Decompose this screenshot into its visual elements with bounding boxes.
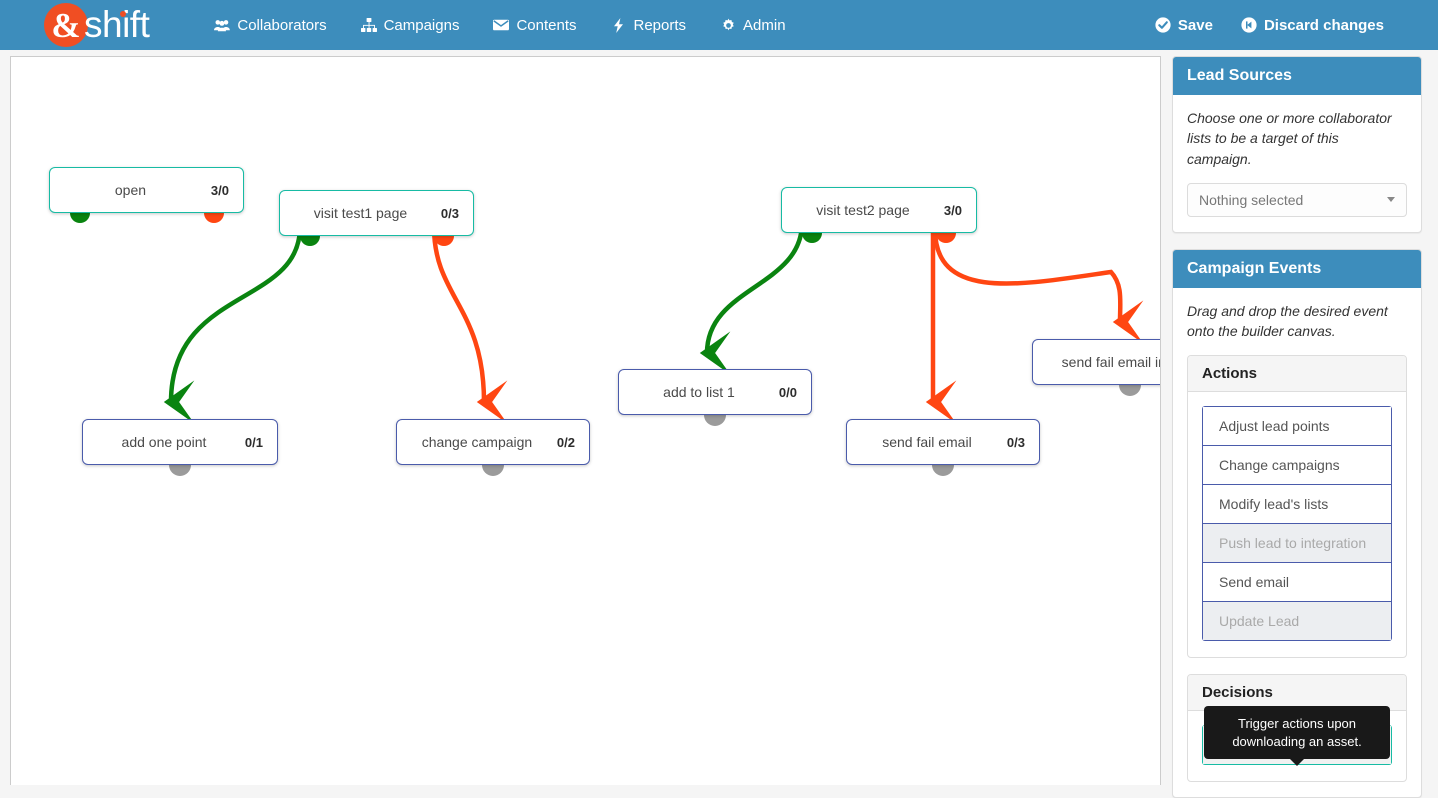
nav-item-reports[interactable]: Reports <box>594 0 704 50</box>
node-badge: 0/0 <box>778 384 797 400</box>
nav-item-collaborators[interactable]: Collaborators <box>197 0 343 50</box>
bolt-icon <box>611 17 627 33</box>
event-item-send-email[interactable]: Send email <box>1202 562 1392 602</box>
campaign-events-title: Campaign Events <box>1173 249 1421 288</box>
node-title: send fail email in a ye <box>1061 354 1160 370</box>
primary-nav: Collaborators Campaigns Contents Reports… <box>197 0 802 50</box>
canvas-node-visit-test1-page[interactable]: visit test1 page 0/3 <box>279 190 474 236</box>
logo-ampersand: & <box>51 5 81 45</box>
logo-dot-icon <box>120 11 126 17</box>
lead-sources-body: Choose one or more collaborator lists to… <box>1173 95 1421 232</box>
event-group-actions: Actions Adjust lead points Change campai… <box>1187 355 1407 659</box>
canvas-node-change-campaign[interactable]: change campaign 0/2 <box>396 419 590 465</box>
canvas-node-open[interactable]: open 3/0 <box>49 167 244 213</box>
nav-label: Contents <box>516 16 577 34</box>
nav-label: Campaigns <box>383 16 460 34</box>
discard-changes-button[interactable]: Discard changes <box>1227 0 1398 50</box>
top-navbar: & shift Collaborators Campaigns Contents… <box>0 0 1438 50</box>
nav-label: Collaborators <box>237 16 327 34</box>
save-button[interactable]: Save <box>1141 0 1227 50</box>
node-badge: 3/0 <box>943 202 962 218</box>
node-badge: 0/3 <box>1006 434 1025 450</box>
lead-sources-hint: Choose one or more collaborator lists to… <box>1187 110 1392 167</box>
nav-item-contents[interactable]: Contents <box>476 0 593 50</box>
users-icon <box>214 17 231 33</box>
canvas-node-send-fail-email[interactable]: send fail email 0/3 <box>846 419 1040 465</box>
event-item-adjust-lead-points[interactable]: Adjust lead points <box>1202 406 1392 446</box>
node-badge: 0/2 <box>556 434 575 450</box>
navbar-actions: Save Discard changes <box>1141 0 1398 50</box>
node-title: add one point <box>121 434 207 450</box>
event-item-modify-leads-lists[interactable]: Modify lead's lists <box>1202 484 1392 524</box>
canvas-node-add-to-list-1[interactable]: add to list 1 0/0 <box>618 369 812 415</box>
canvas-node-add-one-point[interactable]: add one point 0/1 <box>82 419 278 465</box>
canvas-node-send-fail-email-in-a-year[interactable]: send fail email in a ye <box>1032 339 1160 385</box>
envelope-icon <box>493 17 510 33</box>
node-title: send fail email <box>882 434 972 450</box>
node-badge: 0/3 <box>440 205 459 221</box>
node-title: visit test2 page <box>816 202 910 218</box>
discard-label: Discard changes <box>1263 16 1384 34</box>
event-group-actions-body: Adjust lead points Change campaigns Modi… <box>1188 392 1406 657</box>
logo-wordmark: shift <box>84 4 150 46</box>
save-label: Save <box>1177 16 1213 34</box>
undo-circle-icon <box>1241 17 1257 33</box>
chevron-down-icon <box>1387 197 1395 203</box>
node-badge: 3/0 <box>210 182 229 198</box>
nav-label: Reports <box>633 16 687 34</box>
event-group-actions-title: Actions <box>1188 356 1406 393</box>
node-title: add to list 1 <box>663 384 735 400</box>
lead-sources-panel: Lead Sources Choose one or more collabor… <box>1172 56 1422 233</box>
right-sidebar: Lead Sources Choose one or more collabor… <box>1172 56 1422 798</box>
gear-icon <box>720 17 736 33</box>
nav-item-admin[interactable]: Admin <box>703 0 803 50</box>
event-item-update-lead[interactable]: Update Lead <box>1202 601 1392 642</box>
logo-word-text: shift <box>84 4 150 45</box>
canvas-node-visit-test2-page[interactable]: visit test2 page 3/0 <box>781 187 977 233</box>
event-list-actions: Adjust lead points Change campaigns Modi… <box>1202 406 1392 642</box>
sitemap-icon <box>360 17 377 33</box>
check-circle-icon <box>1155 17 1171 33</box>
tooltip-downloads-asset: Trigger actions upon downloading an asse… <box>1204 706 1390 767</box>
lead-sources-title: Lead Sources <box>1173 57 1421 95</box>
event-item-push-lead-to-integration[interactable]: Push lead to integration <box>1202 523 1392 563</box>
nav-item-campaigns[interactable]: Campaigns <box>344 0 477 50</box>
node-title: change campaign <box>421 434 533 450</box>
brand-logo[interactable]: & shift <box>44 0 150 50</box>
node-badge: 0/1 <box>244 434 263 450</box>
campaign-events-hint: Drag and drop the desired event onto the… <box>1187 302 1388 340</box>
node-title: open <box>114 182 147 198</box>
node-title: visit test1 page <box>313 205 408 221</box>
lead-sources-select[interactable]: Nothing selected <box>1187 182 1407 217</box>
lead-sources-select-value: Nothing selected <box>1199 191 1304 208</box>
logo-mark-icon: & <box>44 3 88 47</box>
event-item-change-campaigns[interactable]: Change campaigns <box>1202 445 1392 485</box>
campaign-builder-canvas[interactable]: open 3/0 visit test1 page 0/3 visit test… <box>10 56 1161 785</box>
nav-label: Admin <box>743 16 786 34</box>
